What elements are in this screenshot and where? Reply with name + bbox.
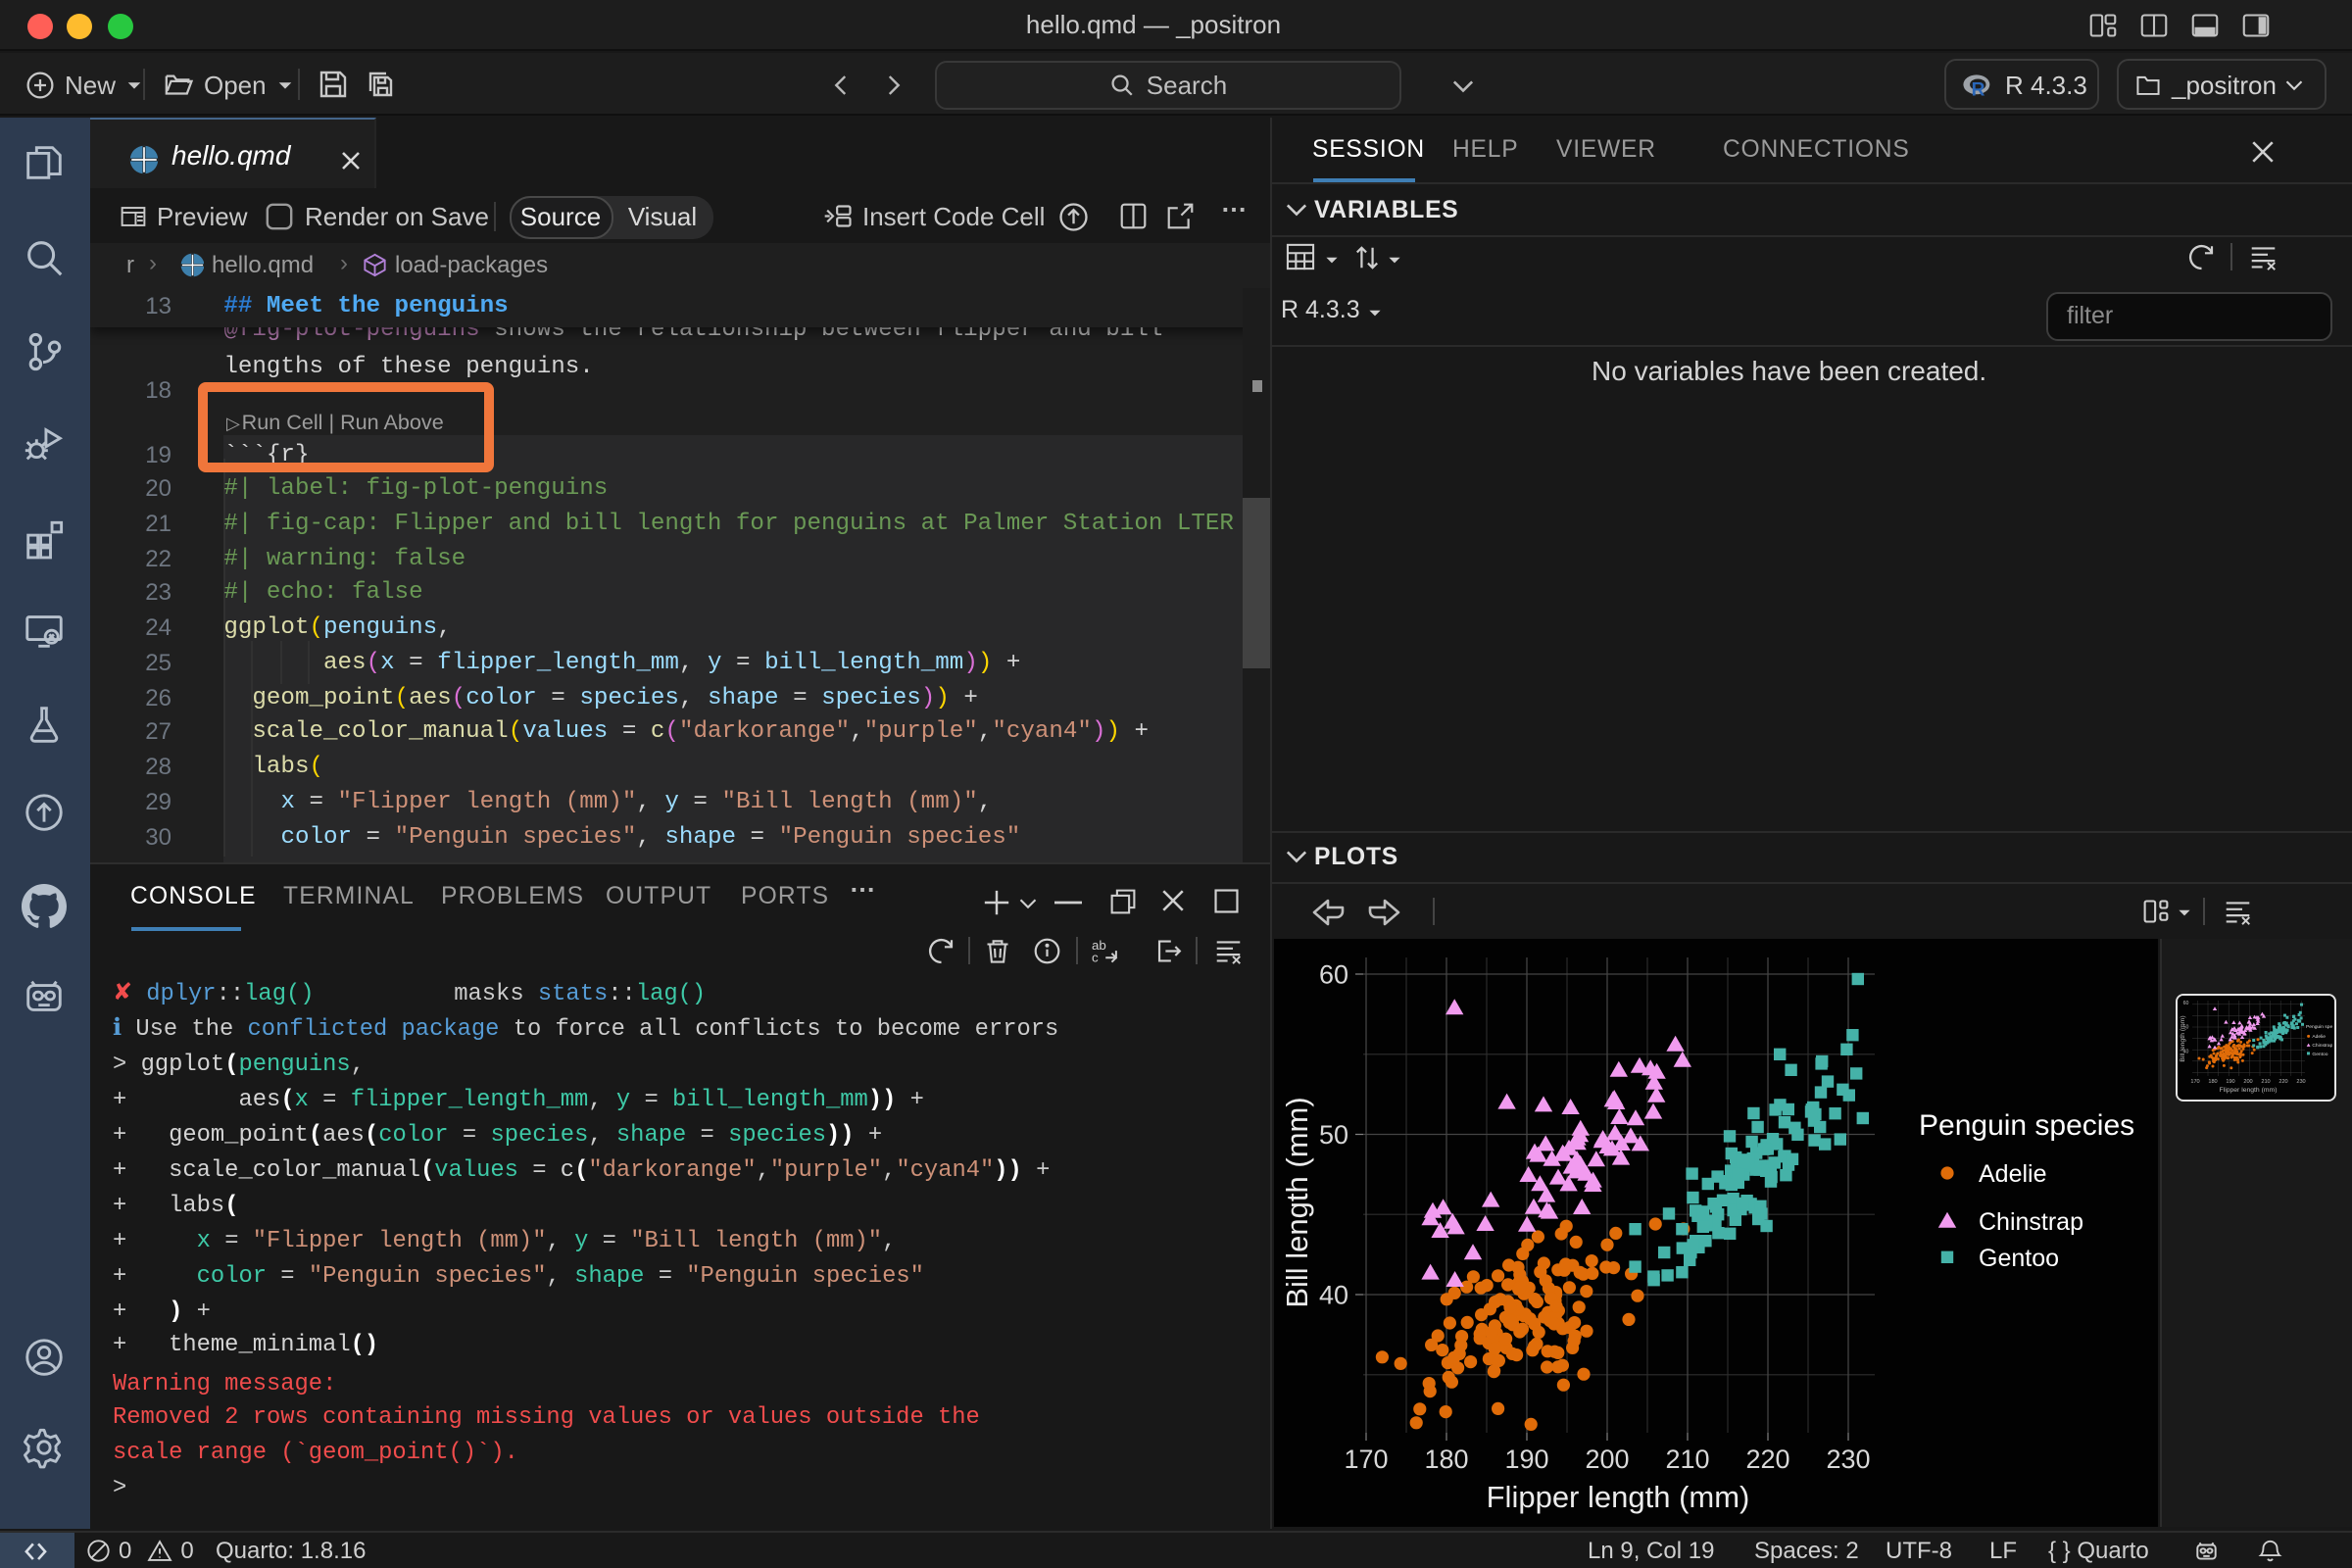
svg-text:R: R: [1972, 79, 1985, 97]
svg-text:180: 180: [1423, 1445, 1467, 1474]
svg-text:Adelie: Adelie: [2312, 1033, 2326, 1039]
svg-text:Adelie: Adelie: [1978, 1160, 2046, 1188]
svg-text:210: 210: [1664, 1445, 1708, 1474]
svg-text:170: 170: [2190, 1078, 2199, 1084]
svg-text:Flipper length (mm): Flipper length (mm): [2220, 1086, 2278, 1093]
svg-text:50: 50: [2183, 1024, 2189, 1030]
svg-text:c: c: [1091, 951, 1098, 965]
svg-text:40: 40: [2183, 1048, 2189, 1054]
svg-text:60: 60: [1318, 959, 1348, 989]
svg-text:Bill length (mm): Bill length (mm): [1279, 1097, 1313, 1307]
svg-text:Chinstrap: Chinstrap: [1978, 1208, 2082, 1236]
svg-text:Penguin species: Penguin species: [2306, 1023, 2332, 1029]
svg-text:40: 40: [1318, 1280, 1348, 1309]
svg-text:230: 230: [1825, 1445, 1869, 1474]
svg-text:230: 230: [2296, 1078, 2305, 1084]
svg-text:Bill length (mm): Bill length (mm): [2180, 1014, 2186, 1060]
svg-text:190: 190: [2226, 1078, 2234, 1084]
svg-text:170: 170: [1343, 1445, 1387, 1474]
svg-text:Gentoo: Gentoo: [2312, 1051, 2328, 1056]
svg-text:200: 200: [2243, 1078, 2252, 1084]
svg-text:50: 50: [1318, 1120, 1348, 1150]
svg-text:220: 220: [1744, 1445, 1788, 1474]
svg-text:Flipper length (mm): Flipper length (mm): [1486, 1480, 1749, 1514]
svg-text:210: 210: [2261, 1078, 2270, 1084]
svg-text:180: 180: [2208, 1078, 2217, 1084]
svg-text:200: 200: [1584, 1445, 1628, 1474]
svg-text:220: 220: [2278, 1078, 2287, 1084]
svg-text:60: 60: [2183, 1000, 2189, 1005]
svg-text:Gentoo: Gentoo: [1978, 1245, 2058, 1272]
svg-text:Chinstrap: Chinstrap: [2312, 1042, 2332, 1048]
svg-text:190: 190: [1503, 1445, 1547, 1474]
svg-text:Penguin species: Penguin species: [1918, 1109, 2133, 1142]
